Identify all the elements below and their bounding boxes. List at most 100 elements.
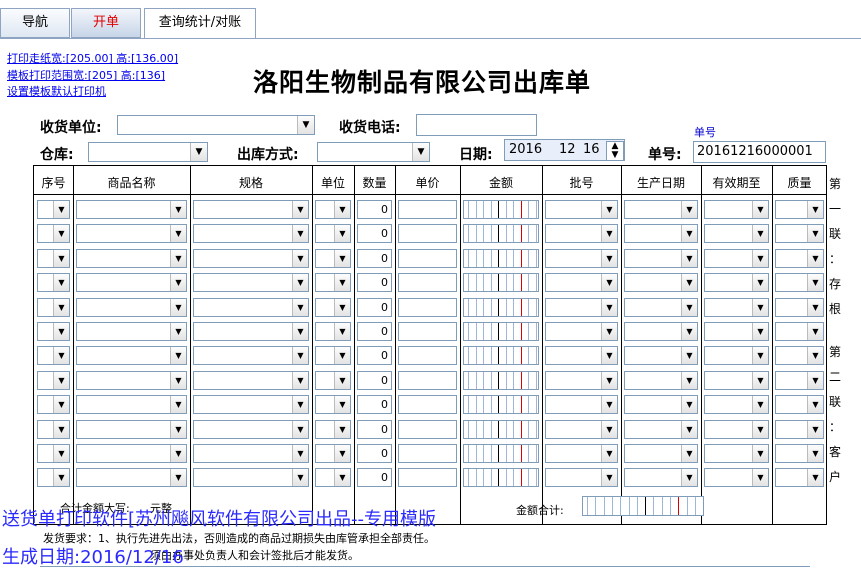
unit-select[interactable]: ▼ <box>315 419 351 439</box>
chevron-down-icon[interactable]: ▼ <box>334 347 350 365</box>
chevron-down-icon[interactable]: ▼ <box>601 420 617 438</box>
batch-select[interactable]: ▼ <box>545 468 618 488</box>
chevron-down-icon[interactable]: ▼ <box>752 420 768 438</box>
qty-input[interactable]: 0 <box>357 273 392 293</box>
unit-select[interactable]: ▼ <box>315 444 351 463</box>
chevron-down-icon[interactable]: ▼ <box>170 445 186 462</box>
chevron-down-icon[interactable]: ▼ <box>807 396 823 414</box>
batch-select[interactable]: ▼ <box>545 346 618 366</box>
chevron-down-icon[interactable]: ▼ <box>752 274 768 292</box>
chevron-down-icon[interactable]: ▼ <box>601 298 617 316</box>
price-input[interactable] <box>398 224 457 244</box>
price-input[interactable] <box>398 444 457 463</box>
chevron-down-icon[interactable]: ▼ <box>681 420 697 438</box>
chevron-down-icon[interactable]: ▼ <box>807 201 823 218</box>
tab-navigation[interactable]: 导航 <box>0 8 70 38</box>
seq-select[interactable]: ▼ <box>37 370 70 390</box>
expiry-select[interactable]: ▼ <box>704 468 769 488</box>
seq-select[interactable]: ▼ <box>37 346 70 366</box>
chevron-down-icon[interactable]: ▼ <box>292 298 308 316</box>
chevron-down-icon[interactable]: ▼ <box>807 298 823 316</box>
spinner-icon[interactable]: ▲ ▼ <box>606 141 624 161</box>
chevron-down-icon[interactable]: ▼ <box>170 323 186 340</box>
product-select[interactable]: ▼ <box>76 444 187 463</box>
chevron-down-icon[interactable]: ▼ <box>752 201 768 218</box>
expiry-select[interactable]: ▼ <box>704 322 769 341</box>
unit-select[interactable]: ▼ <box>315 297 351 317</box>
price-input[interactable] <box>398 248 457 268</box>
qty-input[interactable]: 0 <box>357 248 392 268</box>
chevron-down-icon[interactable]: ▼ <box>601 323 617 340</box>
price-input[interactable] <box>398 273 457 293</box>
chevron-down-icon[interactable]: ▼ <box>752 225 768 243</box>
chevron-down-icon[interactable]: ▼ <box>53 445 69 462</box>
unit-select[interactable]: ▼ <box>315 322 351 341</box>
quality-select[interactable]: ▼ <box>775 224 824 244</box>
warehouse-select[interactable]: ▼ <box>88 142 208 162</box>
seq-select[interactable]: ▼ <box>37 200 70 219</box>
phone-input[interactable] <box>416 114 537 136</box>
chevron-down-icon[interactable]: ▼ <box>292 225 308 243</box>
qty-input[interactable]: 0 <box>357 297 392 317</box>
chevron-down-icon[interactable]: ▼ <box>170 396 186 414</box>
chevron-down-icon[interactable]: ▼ <box>334 445 350 462</box>
product-select[interactable]: ▼ <box>76 322 187 341</box>
quality-select[interactable]: ▼ <box>775 419 824 439</box>
expiry-select[interactable]: ▼ <box>704 370 769 390</box>
seq-select[interactable]: ▼ <box>37 224 70 244</box>
chevron-down-icon[interactable]: ▼ <box>292 371 308 389</box>
chevron-down-icon[interactable]: ▼ <box>807 323 823 340</box>
expiry-select[interactable]: ▼ <box>704 200 769 219</box>
price-input[interactable] <box>398 370 457 390</box>
chevron-down-icon[interactable]: ▼ <box>292 249 308 267</box>
chevron-down-icon[interactable]: ▼ <box>292 396 308 414</box>
qty-input[interactable]: 0 <box>357 346 392 366</box>
chevron-down-icon[interactable]: ▼ <box>292 201 308 218</box>
date-month[interactable]: 12 <box>559 142 576 157</box>
chevron-down-icon[interactable]: ▼ <box>681 225 697 243</box>
chevron-down-icon[interactable]: ▼ <box>170 469 186 487</box>
method-select[interactable]: ▼ <box>317 142 430 162</box>
chevron-down-icon[interactable]: ▼ <box>170 249 186 267</box>
mfg-date-select[interactable]: ▼ <box>624 444 698 463</box>
chevron-down-icon[interactable]: ▼ <box>53 420 69 438</box>
quality-select[interactable]: ▼ <box>775 248 824 268</box>
chevron-down-icon[interactable]: ▼ <box>334 298 350 316</box>
unit-select[interactable]: ▼ <box>315 273 351 293</box>
chevron-down-icon[interactable]: ▼ <box>807 274 823 292</box>
chevron-down-icon[interactable]: ▼ <box>601 396 617 414</box>
product-select[interactable]: ▼ <box>76 395 187 415</box>
chevron-down-icon[interactable]: ▼ <box>170 274 186 292</box>
price-input[interactable] <box>398 346 457 366</box>
chevron-down-icon[interactable]: ▼ <box>53 469 69 487</box>
expiry-select[interactable]: ▼ <box>704 346 769 366</box>
chevron-down-icon[interactable]: ▼ <box>601 225 617 243</box>
chevron-down-icon[interactable]: ▼ <box>752 298 768 316</box>
chevron-down-icon[interactable]: ▼ <box>601 469 617 487</box>
expiry-select[interactable]: ▼ <box>704 297 769 317</box>
quality-select[interactable]: ▼ <box>775 370 824 390</box>
chevron-down-icon[interactable]: ▼ <box>807 445 823 462</box>
chevron-down-icon[interactable]: ▼ <box>53 371 69 389</box>
unit-select[interactable]: ▼ <box>315 395 351 415</box>
spec-select[interactable]: ▼ <box>193 224 309 244</box>
batch-select[interactable]: ▼ <box>545 395 618 415</box>
qty-input[interactable]: 0 <box>357 468 392 488</box>
mfg-date-select[interactable]: ▼ <box>624 200 698 219</box>
batch-select[interactable]: ▼ <box>545 370 618 390</box>
chevron-down-icon[interactable]: ▼ <box>292 420 308 438</box>
qty-input[interactable]: 0 <box>357 370 392 390</box>
unit-select[interactable]: ▼ <box>315 248 351 268</box>
chevron-down-icon[interactable]: ▼ <box>292 469 308 487</box>
spec-select[interactable]: ▼ <box>193 395 309 415</box>
chevron-down-icon[interactable]: ▼ <box>601 347 617 365</box>
spec-select[interactable]: ▼ <box>193 468 309 488</box>
product-select[interactable]: ▼ <box>76 224 187 244</box>
spec-select[interactable]: ▼ <box>193 248 309 268</box>
product-select[interactable]: ▼ <box>76 273 187 293</box>
seq-select[interactable]: ▼ <box>37 297 70 317</box>
unit-select[interactable]: ▼ <box>315 224 351 244</box>
default-printer-link[interactable]: 设置模板默认打印机 <box>7 83 106 99</box>
chevron-down-icon[interactable]: ▼ <box>807 469 823 487</box>
tab-new-order[interactable]: 开单 <box>71 8 141 38</box>
